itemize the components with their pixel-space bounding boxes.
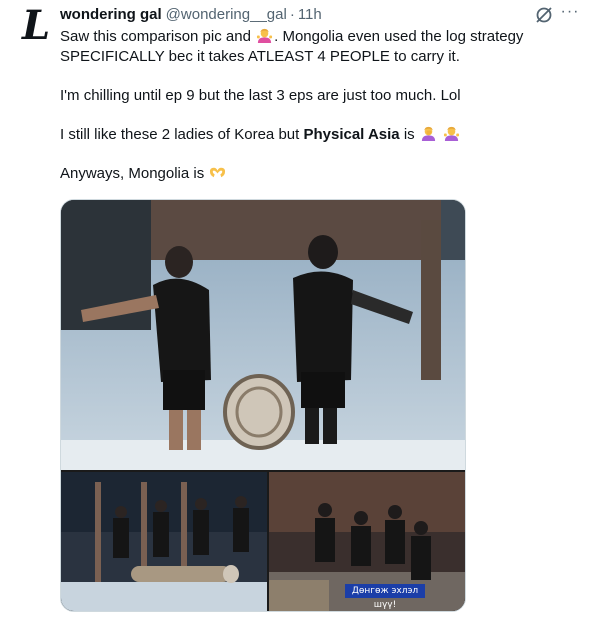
person-shrugging-icon (257, 28, 273, 44)
photo-korea-athletes[interactable] (61, 200, 466, 470)
media-grid[interactable]: Дөнгөж эхлэл шүү! (60, 199, 466, 612)
person-shrugging-icon (443, 126, 460, 142)
text-segment: Saw this comparison pic and (60, 28, 251, 45)
text-segment: Anyways, Mongolia is (60, 165, 205, 182)
avatar[interactable]: L (16, 6, 56, 46)
text-line: Saw this comparison pic and . Mongolia e… (60, 27, 580, 67)
text-line: I'm chilling until ep 9 but the last 3 e… (60, 87, 461, 104)
separator-dot: · (289, 5, 295, 23)
text-segment: I still like these 2 ladies of Korea but (60, 126, 300, 143)
tweet-header: wondering gal @wondering__gal · 11h (60, 4, 322, 24)
avatar-logo: L (21, 2, 51, 49)
user-handle[interactable]: @wondering__gal (166, 6, 287, 23)
text-line: Anyways, Mongolia is (60, 164, 580, 184)
display-name[interactable]: wondering gal (60, 6, 162, 23)
more-options-icon[interactable]: ··· (560, 4, 580, 24)
video-subtitle: Дөнгөж эхлэл шүү! (345, 584, 425, 610)
tweet-text: Saw this comparison pic and . Mongolia e… (60, 27, 580, 184)
grok-icon[interactable] (534, 5, 554, 25)
timestamp[interactable]: 11h (298, 6, 322, 23)
text-segment: is (403, 126, 415, 143)
person-facepalming-icon (421, 126, 435, 142)
text-line: I still like these 2 ladies of Korea but… (60, 125, 580, 145)
photo-mongolia-log-carry[interactable] (61, 472, 267, 612)
hashtag-text: Physical Asia (303, 126, 400, 143)
heart-hands-icon (210, 167, 226, 178)
tweet-card[interactable]: L wondering gal @wondering__gal · 11h ··… (0, 0, 593, 620)
